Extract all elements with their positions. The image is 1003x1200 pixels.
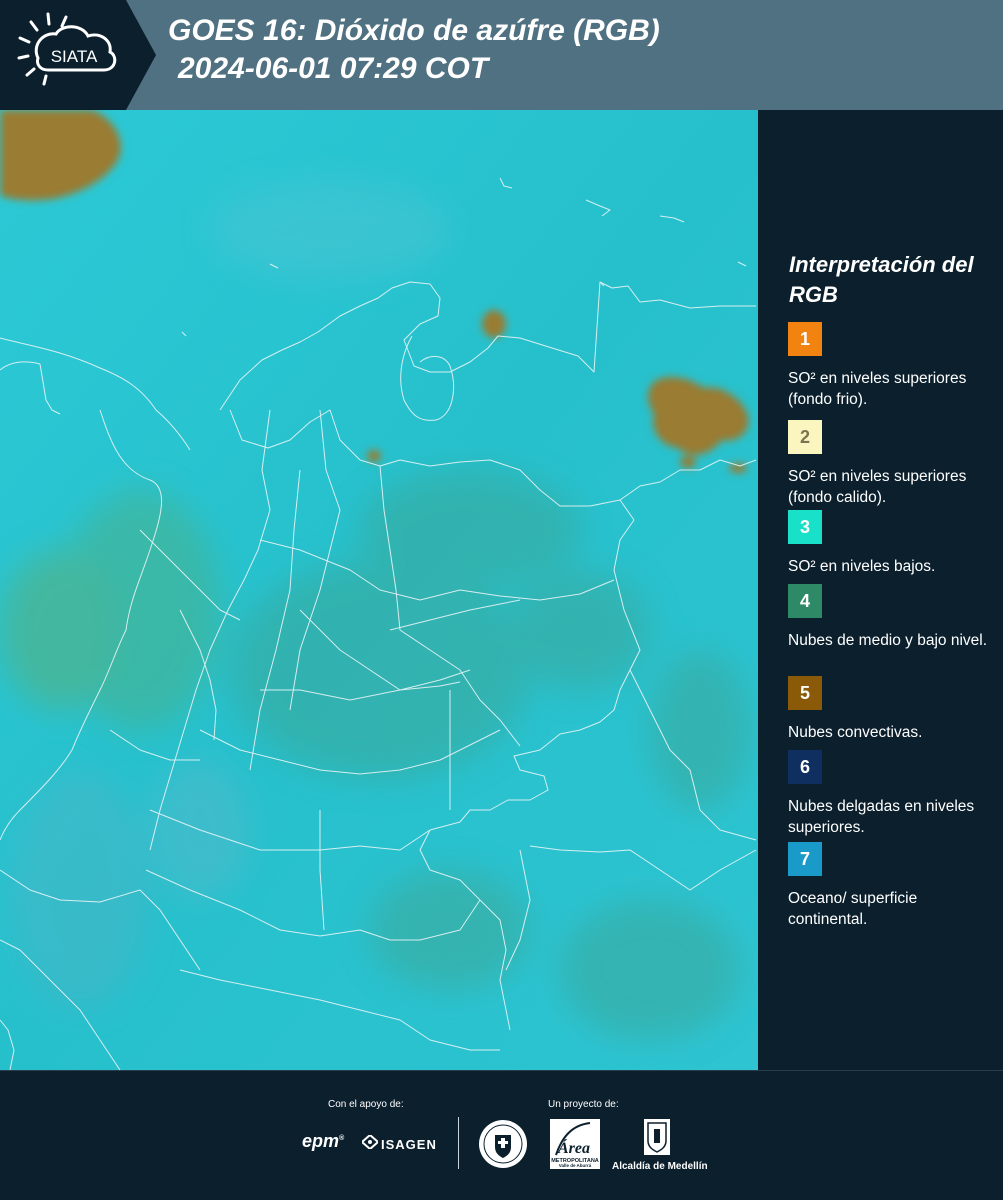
legend-swatch-6: 6: [788, 750, 822, 784]
legend-item-6: 6 Nubes delgadas en niveles superiores.: [788, 750, 988, 838]
legend-swatch-5: 5: [788, 676, 822, 710]
legend-item-1: 1 SO² en niveles superiores (fondo frio)…: [788, 322, 988, 410]
page-title: GOES 16: Dióxido de azúfre (RGB): [168, 14, 660, 47]
isagen-mark-icon: [360, 1133, 380, 1152]
legend-label-2: SO² en niveles superiores (fondo calido)…: [788, 468, 967, 506]
legend-swatch-1: 1: [788, 322, 822, 356]
legend-label-1: SO² en niveles superiores (fondo frio).: [788, 370, 967, 408]
legend-swatch-4: 4: [788, 584, 822, 618]
siata-logo: SIATA: [0, 0, 156, 110]
medellin-seal-icon: [478, 1119, 528, 1174]
epm-logo: epm®: [302, 1131, 345, 1151]
legend-swatch-7: 7: [788, 842, 822, 876]
title-block: GOES 16: Dióxido de azúfre (RGB) 2024-06…: [168, 12, 660, 88]
legend-item-2: 2 SO² en niveles superiores (fondo calid…: [788, 420, 988, 508]
legend-title: Interpretación del RGB: [789, 252, 974, 307]
legend-label-6: Nubes delgadas en niveles superiores.: [788, 798, 975, 836]
satellite-map: [0, 110, 758, 1070]
alcaldia-label: Alcaldía de Medellín: [612, 1161, 708, 1172]
legend-item-7: 7 Oceano/ superficie continental.: [788, 842, 988, 930]
page-subtitle-datetime: 2024-06-01 07:29 COT: [178, 52, 489, 85]
footer-sponsors: Con el apoyo de: Un proyecto de: epm® IS…: [0, 1070, 1003, 1200]
legend-label-7: Oceano/ superficie continental.: [788, 890, 918, 928]
header-bar: SIATA GOES 16: Dióxido de azúfre (RGB) 2…: [0, 0, 1003, 110]
legend-label-4: Nubes de medio y bajo nivel.: [788, 632, 988, 649]
area-metropolitana-logo: Área METROPOLITANA Valle de Aburrá: [550, 1119, 600, 1174]
svg-text:Valle de Aburrá: Valle de Aburrá: [559, 1163, 592, 1168]
legend-label-3: SO² en niveles bajos.: [788, 558, 936, 575]
legend-item-4: 4 Nubes de medio y bajo nivel.: [788, 584, 988, 651]
isagen-logo: ISAGEN: [360, 1133, 437, 1152]
svg-text:Área: Área: [557, 1138, 590, 1157]
legend-swatch-2: 2: [788, 420, 822, 454]
legend-item-3: 3 SO² en niveles bajos.: [788, 510, 988, 577]
legend-label-5: Nubes convectivas.: [788, 724, 923, 741]
footer-divider: [458, 1117, 459, 1169]
legend-panel: Interpretación del RGB 1 SO² en niveles …: [758, 110, 1003, 1070]
alcaldia-coat-of-arms-icon: [644, 1119, 670, 1160]
svg-text:SIATA: SIATA: [51, 47, 98, 66]
legend-item-5: 5 Nubes convectivas.: [788, 676, 988, 743]
legend-swatch-3: 3: [788, 510, 822, 544]
support-label: Con el apoyo de:: [328, 1099, 404, 1110]
project-label: Un proyecto de:: [548, 1099, 619, 1110]
